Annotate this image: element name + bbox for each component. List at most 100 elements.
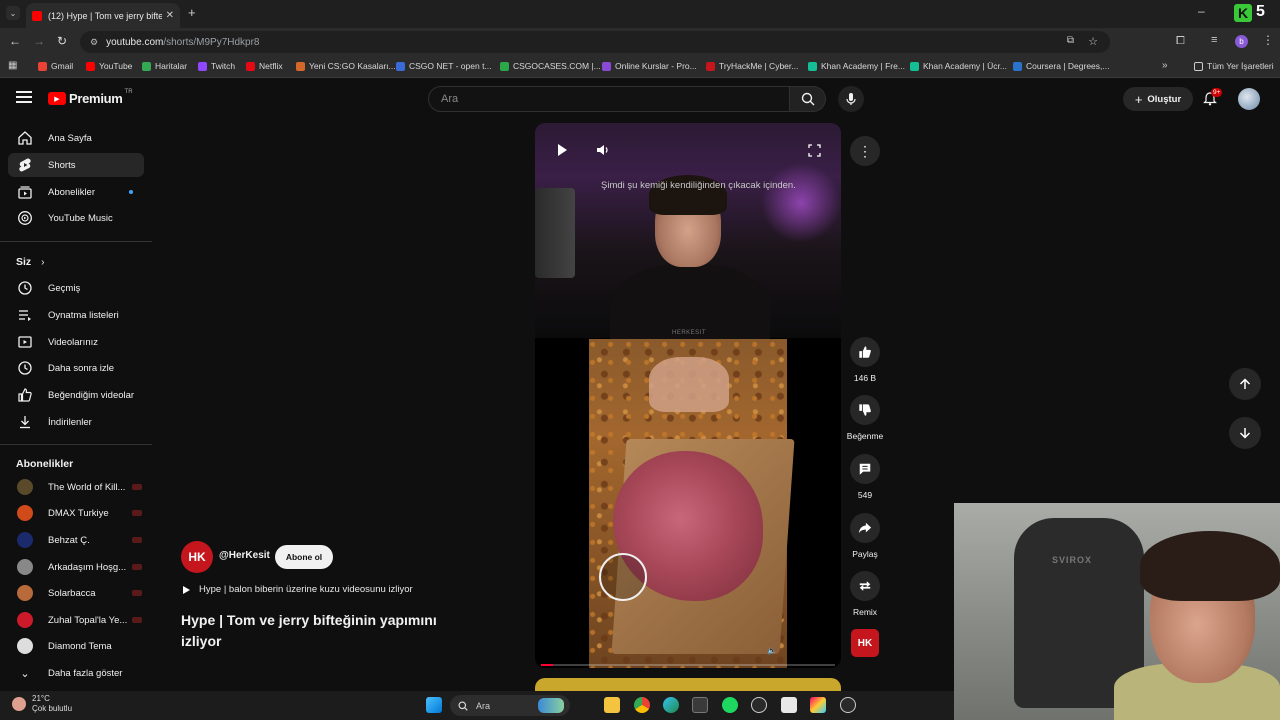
- like-button[interactable]: [850, 337, 880, 367]
- reload-icon[interactable]: ↻: [57, 34, 67, 48]
- search-input[interactable]: Ara: [428, 86, 790, 112]
- app-icon[interactable]: [781, 697, 797, 713]
- volume-button[interactable]: [594, 141, 612, 159]
- minimize-button[interactable]: –: [1198, 4, 1205, 18]
- hamburger-menu-icon[interactable]: [16, 91, 32, 103]
- bookmark-gmail[interactable]: Gmail: [38, 61, 73, 71]
- search-button[interactable]: [790, 86, 826, 112]
- sidebar-section-you[interactable]: Siz ›: [16, 256, 45, 268]
- dislike-button[interactable]: [850, 395, 880, 425]
- next-short-preview[interactable]: [535, 678, 841, 692]
- sidebar-item-subscriptions[interactable]: Abonelikler: [8, 180, 144, 204]
- create-button[interactable]: + Oluştur: [1123, 87, 1193, 111]
- windows-start-icon[interactable]: [426, 697, 442, 713]
- bookmark-netflix[interactable]: Netflix: [246, 61, 283, 71]
- bookmark-csgocases[interactable]: CSGOCASES.COM |...: [500, 61, 601, 71]
- new-tab-button[interactable]: +: [188, 5, 196, 20]
- shorts-player[interactable]: Şimdi şu kemiği kendiliğinden çıkacak iç…: [535, 123, 841, 668]
- bookmark-coursera[interactable]: Coursera | Degrees,...: [1013, 61, 1109, 71]
- like-action[interactable]: 146 B: [844, 337, 886, 383]
- bookmark-csgo-cases[interactable]: Yeni CS:GO Kasaları...: [296, 61, 396, 71]
- bookmark-maps[interactable]: Haritalar: [142, 61, 187, 71]
- sidebar-item-downloads[interactable]: İndirilenler: [8, 410, 144, 434]
- edge-icon[interactable]: [663, 697, 679, 713]
- share-button[interactable]: [850, 513, 880, 543]
- chrome-icon[interactable]: [634, 697, 650, 713]
- webcam-overlay: SVIROX: [954, 503, 1280, 720]
- profile-avatar[interactable]: b: [1235, 35, 1248, 48]
- extensions-icon[interactable]: ⧠: [1176, 35, 1185, 48]
- all-bookmarks[interactable]: Tüm Yer İşaretleri: [1194, 61, 1274, 71]
- sidebar-item-liked-videos[interactable]: Beğendiğim videolar: [8, 383, 144, 407]
- more-options-button[interactable]: ⋮: [850, 136, 880, 166]
- back-icon[interactable]: ←: [9, 34, 21, 48]
- fullscreen-button[interactable]: [805, 141, 823, 159]
- bookmark-tryhackme[interactable]: TryHackMe | Cyber...: [706, 61, 798, 71]
- comments-action[interactable]: 549: [844, 454, 886, 500]
- subscribe-button[interactable]: Abone ol: [275, 545, 333, 569]
- bookmark-twitch[interactable]: Twitch: [198, 61, 235, 71]
- steam-icon[interactable]: [840, 697, 856, 713]
- share-label: Paylaş: [852, 549, 878, 559]
- browser-menu-icon[interactable]: ⋮: [1262, 33, 1274, 47]
- store-icon[interactable]: [692, 697, 708, 713]
- account-avatar[interactable]: [1238, 88, 1260, 110]
- sidebar-sub-channel[interactable]: The World of Kill...: [8, 475, 144, 499]
- chatgpt-icon[interactable]: [751, 697, 767, 713]
- remix-button[interactable]: [850, 571, 880, 601]
- sidebar-item-youtube-music[interactable]: YouTube Music: [8, 206, 144, 230]
- install-app-icon[interactable]: ⧉: [1067, 35, 1074, 46]
- tab-active[interactable]: (12) Hype | Tom ve jerry bifteği ✕: [26, 3, 180, 28]
- sidebar-item-your-videos[interactable]: Videolarınız: [8, 330, 144, 354]
- channel-avatar[interactable]: HK: [181, 541, 213, 573]
- weather-widget[interactable]: 21°C Çok bulutlu: [12, 694, 72, 714]
- sidebar-item-home[interactable]: Ana Sayfa: [8, 126, 144, 150]
- bookmark-online-courses[interactable]: Online Kurslar - Pro...: [602, 61, 697, 71]
- sidebar-item-shorts[interactable]: Shorts: [8, 153, 144, 177]
- channel-handle[interactable]: @HerKesit: [219, 550, 270, 561]
- bookmark-csgo-net[interactable]: CSGO NET - open t...: [396, 61, 492, 71]
- bookmark-star-icon[interactable]: ☆: [1088, 35, 1098, 48]
- sidebar-sub-channel[interactable]: Solarbacca: [8, 581, 144, 605]
- notifications-button[interactable]: 9+: [1203, 88, 1223, 111]
- previous-short-button[interactable]: [1229, 368, 1261, 400]
- close-tab-icon[interactable]: ✕: [166, 10, 174, 21]
- url-field[interactable]: ⚙ youtube.com/shorts/M9Py7Hdkpr8 ☆ ⧉: [80, 31, 1110, 53]
- sidebar-sub-channel[interactable]: Diamond Tema: [8, 634, 144, 658]
- share-action[interactable]: Paylaş: [844, 513, 886, 559]
- photos-icon[interactable]: [810, 697, 826, 713]
- sidebar-item-playlists[interactable]: Oynatma listeleri: [8, 303, 144, 327]
- sidebar-sub-channel[interactable]: Behzat Ç.: [8, 528, 144, 552]
- youtube-logo[interactable]: ▶ Premium TR: [48, 89, 133, 106]
- mini-volume-icon[interactable]: 🔈: [765, 643, 779, 657]
- sidebar-sub-channel[interactable]: DMAX Turkiye: [8, 501, 144, 525]
- comments-button[interactable]: [850, 454, 880, 484]
- media-icon[interactable]: ≡: [1211, 34, 1217, 46]
- apps-grid-icon[interactable]: ▦: [8, 60, 17, 71]
- sidebar-sub-channel[interactable]: Arkadaşım Hoşg...: [8, 555, 144, 579]
- voice-search-button[interactable]: [838, 86, 864, 112]
- bookmark-khan-2[interactable]: Khan Academy | Ücr...: [910, 61, 1007, 71]
- bookmarks-overflow-icon[interactable]: »: [1162, 60, 1168, 71]
- bookmark-khan-1[interactable]: Khan Academy | Fre...: [808, 61, 905, 71]
- khan-icon: [808, 61, 817, 71]
- dislike-action[interactable]: Beğenme: [844, 395, 886, 441]
- related-video-link[interactable]: Hype | balon biberin üzerine kuzu videos…: [181, 584, 413, 595]
- tab-search-button[interactable]: ⌄: [6, 6, 20, 20]
- sidebar-item-watch-later[interactable]: Daha sonra izle: [8, 356, 144, 380]
- site-info-icon[interactable]: ⚙: [90, 37, 98, 48]
- file-explorer-icon[interactable]: [604, 697, 620, 713]
- channel-badge-avatar[interactable]: HK: [851, 629, 879, 657]
- sidebar-item-history[interactable]: Geçmiş: [8, 276, 144, 300]
- sidebar-sub-channel[interactable]: Zuhal Topal'la Ye...: [8, 608, 144, 632]
- tryhackme-icon: [706, 61, 715, 71]
- spotify-icon[interactable]: [722, 697, 738, 713]
- sidebar-show-more[interactable]: ⌄ Daha fazla göster: [8, 661, 144, 685]
- play-button[interactable]: [553, 141, 571, 159]
- remix-action[interactable]: Remix: [844, 571, 886, 617]
- taskbar-search[interactable]: Ara: [450, 695, 570, 716]
- bookmark-youtube[interactable]: YouTube: [86, 61, 132, 71]
- progress-bar[interactable]: [541, 664, 835, 666]
- forward-icon[interactable]: →: [33, 34, 45, 48]
- next-short-button[interactable]: [1229, 417, 1261, 449]
